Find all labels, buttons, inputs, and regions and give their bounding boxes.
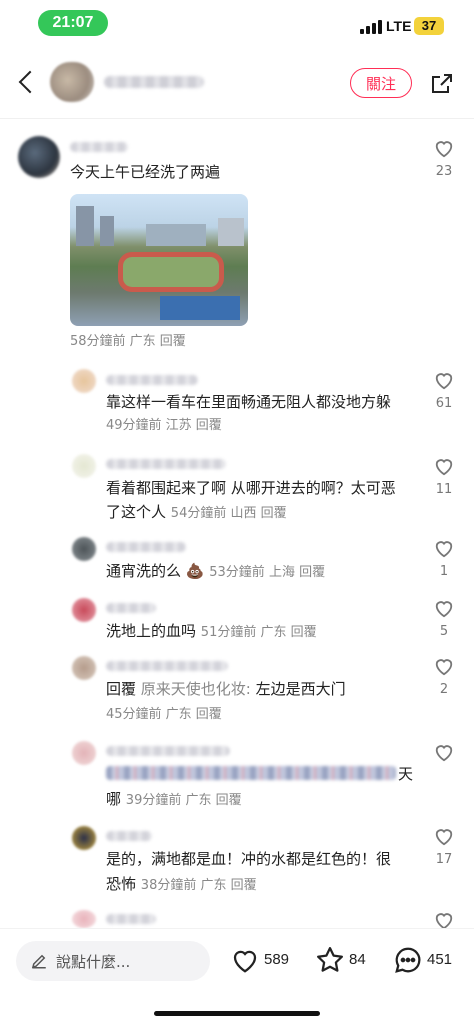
reply-meta[interactable]: 53分鐘前 上海 回覆	[209, 565, 325, 580]
reply-text: 左边是西大门	[255, 680, 346, 698]
pen-icon	[31, 954, 46, 969]
like-count: 1	[439, 564, 449, 579]
reply-text-line2-row: 哪 39分鐘前 广东 回覆	[106, 787, 242, 813]
like-count: 11	[435, 482, 453, 497]
reply-text-line2-row: 恐怖 38分鐘前 广东 回覆	[106, 872, 257, 898]
like-button[interactable]	[432, 742, 456, 766]
reply-target-user[interactable]: 原来天使也化妆:	[141, 680, 251, 698]
reply-text-row: 回覆 原来天使也化妆: 左边是西大门	[106, 677, 346, 701]
comment-input-placeholder: 說點什麼...	[56, 953, 131, 971]
reply-avatar[interactable]	[72, 369, 96, 393]
reply-text-row: 通宵洗的么 💩 53分鐘前 上海 回覆	[106, 559, 325, 585]
reply-text: 洗地上的血吗	[106, 622, 197, 640]
like-button[interactable]: 23	[432, 138, 456, 179]
share-icon[interactable]	[430, 72, 454, 96]
reply-meta[interactable]: 51分鐘前 广东 回覆	[201, 625, 317, 640]
heart-icon	[435, 829, 453, 846]
heart-icon	[435, 141, 453, 158]
comment-input[interactable]: 說點什麼...	[16, 941, 210, 981]
post-favorite-count: 84	[349, 951, 366, 968]
reply-text-tail: 天	[398, 765, 414, 783]
like-count: 17	[435, 852, 453, 867]
reply-meta[interactable]: 45分鐘前 广东 回覆	[106, 703, 222, 727]
status-time: 21:07	[38, 10, 108, 36]
back-icon[interactable]	[18, 70, 42, 94]
author-avatar[interactable]	[50, 62, 94, 102]
reply-avatar[interactable]	[72, 656, 96, 680]
reply-name-redacted[interactable]	[106, 542, 186, 552]
like-count: 23	[435, 164, 453, 179]
reply-name-redacted[interactable]	[106, 831, 152, 841]
heart-icon	[233, 950, 257, 973]
poop-emoji-icon: 💩	[185, 562, 205, 580]
like-button[interactable]: 2	[432, 656, 456, 697]
bottom-action-bar: 說點什麼... 589 84 451	[0, 928, 474, 1027]
reply-meta[interactable]: 38分鐘前 广东 回覆	[141, 878, 257, 893]
signal-icon	[360, 20, 382, 34]
reply-text-line2: 恐怖	[106, 875, 137, 893]
like-button[interactable]: 1	[432, 538, 456, 579]
status-bar: 21:07 LTE 37	[0, 0, 474, 48]
redacted-text	[106, 766, 396, 780]
reply-text-line1: 是的，满地都是血！冲的水都是红色的！很	[106, 850, 392, 868]
reply-avatar[interactable]	[72, 598, 96, 622]
reply-avatar[interactable]	[72, 910, 96, 928]
heart-icon	[435, 541, 453, 558]
reply-text-row: 洗地上的血吗 51分鐘前 广东 回覆	[106, 619, 317, 645]
like-button[interactable]: 11	[432, 456, 456, 497]
commenter-name-redacted[interactable]	[70, 142, 128, 152]
heart-icon	[435, 913, 453, 930]
like-count: 5	[439, 624, 449, 639]
like-button[interactable]: 5	[432, 598, 456, 639]
heart-icon	[435, 659, 453, 676]
like-button[interactable]: 61	[432, 370, 456, 411]
comment-photo[interactable]	[70, 194, 248, 326]
commenter-avatar[interactable]	[18, 136, 60, 178]
reply-meta[interactable]: 49分鐘前 江苏 回覆	[106, 414, 222, 438]
reply-name-redacted[interactable]	[106, 375, 198, 385]
heart-icon	[435, 459, 453, 476]
heart-icon	[435, 601, 453, 618]
reply-avatar[interactable]	[72, 826, 96, 850]
reply-text-line1: 看着都围起来了啊 从哪开进去的啊？太可恶	[106, 479, 396, 497]
reply-name-redacted[interactable]	[106, 914, 156, 924]
reply-name-redacted[interactable]	[106, 603, 156, 613]
reply-avatar[interactable]	[72, 741, 96, 765]
reply-text-line2: 哪	[106, 790, 122, 808]
comment-meta[interactable]: 58分鐘前 广东 回覆	[70, 330, 186, 354]
comment-text: 今天上午已经洗了两遍	[70, 163, 221, 181]
header-divider	[0, 118, 474, 119]
author-name-redacted[interactable]	[104, 76, 204, 88]
reply-name-redacted[interactable]	[106, 661, 228, 671]
heart-icon	[435, 745, 453, 762]
like-count: 2	[439, 682, 449, 697]
reply-avatar[interactable]	[72, 537, 96, 561]
reply-name-redacted[interactable]	[106, 459, 226, 469]
heart-icon	[435, 373, 453, 390]
reply-text: 靠这样一看车在里面畅通无阻人都没地方躲	[106, 393, 392, 411]
reply-text: 通宵洗的么	[106, 562, 182, 580]
like-button[interactable]: 17	[432, 826, 456, 867]
reply-meta[interactable]: 54分鐘前 山西 回覆	[171, 506, 287, 521]
reply-prefix: 回覆	[106, 680, 137, 698]
battery-icon: 37	[414, 17, 444, 35]
star-icon	[317, 947, 343, 972]
post-header: 關注	[0, 48, 474, 118]
post-comment-count: 451	[427, 951, 453, 968]
reply-avatar[interactable]	[72, 454, 96, 478]
follow-button[interactable]: 關注	[350, 68, 412, 98]
reply-name-redacted[interactable]	[106, 746, 230, 756]
network-label: LTE	[386, 18, 412, 34]
post-like-count: 589	[264, 951, 290, 968]
reply-meta[interactable]: 39分鐘前 广东 回覆	[126, 793, 242, 808]
reply-text-line2-row: 了这个人 54分鐘前 山西 回覆	[106, 500, 287, 526]
comment-icon	[395, 947, 421, 973]
like-count: 61	[435, 396, 453, 411]
home-indicator	[154, 1011, 320, 1016]
reply-text-line2: 了这个人	[106, 503, 167, 521]
